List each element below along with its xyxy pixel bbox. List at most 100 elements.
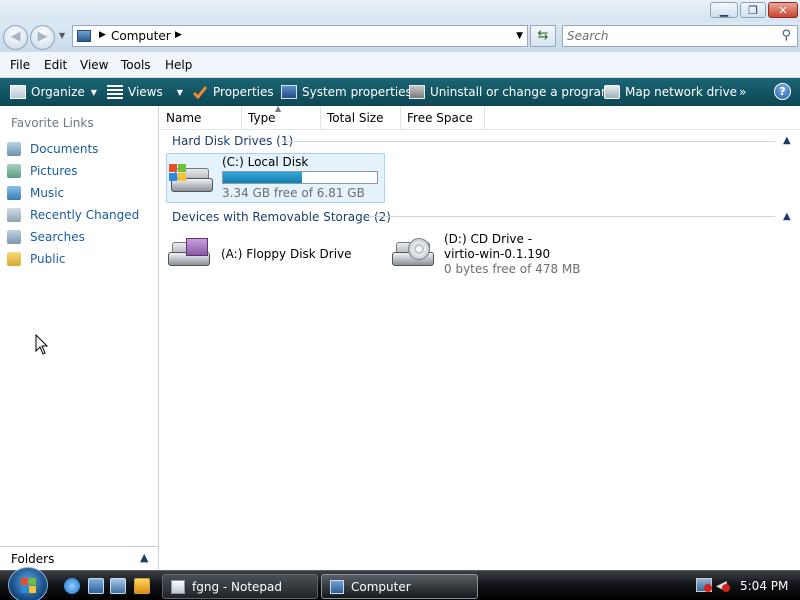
content-pane: Name Type ▲ Total Size Free Space Hard D… [160,104,800,570]
chevron-up-icon: ▲ [140,551,149,564]
drive-a-tile[interactable]: (A:) Floppy Disk Drive [166,232,366,276]
map-network-drive-button[interactable]: Map network drive [604,83,737,101]
clock[interactable]: 5:04 PM [740,579,788,593]
menu-help[interactable]: Help [165,58,192,72]
navigation-bar: ◀ ▶ ▼ ▶ Computer ▶ ▼ ⇆ ⚲ [0,22,800,52]
properties-label: Properties [213,85,274,99]
nav-item-label: Recently Changed [30,208,140,222]
column-name[interactable]: Name [160,106,242,130]
forward-arrow-icon: ▶ [37,29,48,44]
chevron-down-icon: ▼ [176,87,183,97]
public-folder-icon [7,252,21,266]
checkmark-icon [192,85,208,100]
nav-item-music[interactable]: Music [7,184,64,202]
minimize-button[interactable]: ▁ [710,2,738,18]
close-button[interactable]: ✕ [768,2,798,18]
internet-explorer-icon[interactable] [64,578,80,594]
favorite-links-title: Favorite Links [11,116,94,130]
folders-label: Folders [11,552,55,566]
drive-d-name: (D:) CD Drive - [444,232,533,246]
map-drive-label: Map network drive [625,85,738,99]
help-button[interactable]: ? [774,83,791,100]
breadcrumb-chevron-icon[interactable]: ▶ [175,30,182,40]
search-icon[interactable]: ⚲ [781,28,791,43]
column-total-size[interactable]: Total Size [321,106,401,130]
cd-drive-icon [390,238,436,268]
menu-view[interactable]: View [80,58,108,72]
nav-item-label: Public [30,252,66,266]
address-dropdown-icon[interactable]: ▼ [516,31,523,41]
drive-c-capacity-fill [223,172,302,183]
chevron-down-icon: ▼ [90,87,97,97]
group-hard-disk-drives[interactable]: Hard Disk Drives (1) [172,134,293,152]
media-player-icon[interactable] [134,578,150,594]
breadcrumb-chevron-icon[interactable]: ▶ [99,30,106,40]
recent-pages-dropdown-icon[interactable]: ▼ [59,31,65,40]
group-removable-storage[interactable]: Devices with Removable Storage (2) [172,210,391,228]
menu-bar: File Edit View Tools Help [0,52,800,78]
floppy-drive-icon [166,238,212,268]
properties-button[interactable]: Properties [192,83,274,101]
nav-item-pictures[interactable]: Pictures [7,162,78,180]
windows-logo-icon [169,164,187,182]
computer-icon [330,579,344,594]
collapse-group-icon[interactable]: ▲ [783,135,791,146]
taskbar-notepad-button[interactable]: fgng - Notepad [162,574,318,599]
windows-logo-icon [21,578,37,594]
restore-icon: ❐ [748,3,758,17]
search-input[interactable] [567,29,767,43]
nav-item-label: Documents [30,142,99,156]
views-button[interactable]: Views ▼ [107,83,183,101]
address-bar[interactable]: ▶ Computer ▶ ▼ [72,25,528,47]
drive-c-capacity-bar [222,171,378,184]
system-properties-label: System properties [302,85,412,99]
nav-item-recently-changed[interactable]: Recently Changed [7,206,139,224]
column-type[interactable]: Type [242,106,321,130]
group-divider [282,141,775,142]
taskbar-computer-button[interactable]: Computer [321,574,478,599]
drive-c-free-space: 3.34 GB free of 6.81 GB [222,186,365,200]
pictures-icon [7,164,21,178]
start-button[interactable] [8,567,48,600]
organize-button[interactable]: Organize ▼ [10,83,97,101]
group-divider [367,216,775,217]
drive-d-free-space: 0 bytes free of 478 MB [444,262,581,276]
breadcrumb-computer[interactable]: Computer [111,29,171,43]
close-icon: ✕ [778,3,788,17]
back-arrow-icon: ◀ [10,29,21,44]
drive-d-tile[interactable]: (D:) CD Drive - virtio-win-0.1.190 0 byt… [388,232,588,282]
task-label: Computer [351,579,411,594]
menu-file[interactable]: File [10,58,30,72]
menu-edit[interactable]: Edit [44,58,67,72]
recently-changed-icon [7,208,21,222]
network-error-icon [704,584,712,592]
views-icon [107,85,123,99]
drive-d-label: virtio-win-0.1.190 [444,247,551,261]
refresh-button[interactable]: ⇆ [530,25,556,47]
drive-c-tile[interactable]: (C:) Local Disk 3.34 GB free of 6.81 GB [166,153,385,203]
column-free-space[interactable]: Free Space [401,106,485,130]
more-commands-button[interactable]: » [739,83,746,101]
nav-item-public[interactable]: Public [7,250,66,268]
forward-button[interactable]: ▶ [30,25,55,50]
notepad-icon [171,579,185,594]
documents-icon [7,142,21,156]
system-properties-button[interactable]: System properties [281,83,412,101]
refresh-icon: ⇆ [537,28,549,43]
switch-windows-icon[interactable] [110,578,126,594]
collapse-group-icon[interactable]: ▲ [783,211,791,222]
menu-tools[interactable]: Tools [121,58,151,72]
system-properties-icon [281,85,297,99]
sort-ascending-icon: ▲ [275,104,282,113]
maximize-button[interactable]: ❐ [740,2,766,18]
show-desktop-icon[interactable] [88,578,104,594]
search-box[interactable]: ⚲ [562,25,798,47]
back-button[interactable]: ◀ [3,25,28,50]
nav-item-documents[interactable]: Documents [7,140,98,158]
nav-item-searches[interactable]: Searches [7,228,85,246]
searches-icon [7,230,21,244]
uninstall-program-button[interactable]: Uninstall or change a program [409,83,613,101]
volume-muted-icon [722,584,730,592]
drive-a-name: (A:) Floppy Disk Drive [221,247,352,261]
command-bar: Organize ▼ Views ▼ Properties System pro… [0,78,800,106]
